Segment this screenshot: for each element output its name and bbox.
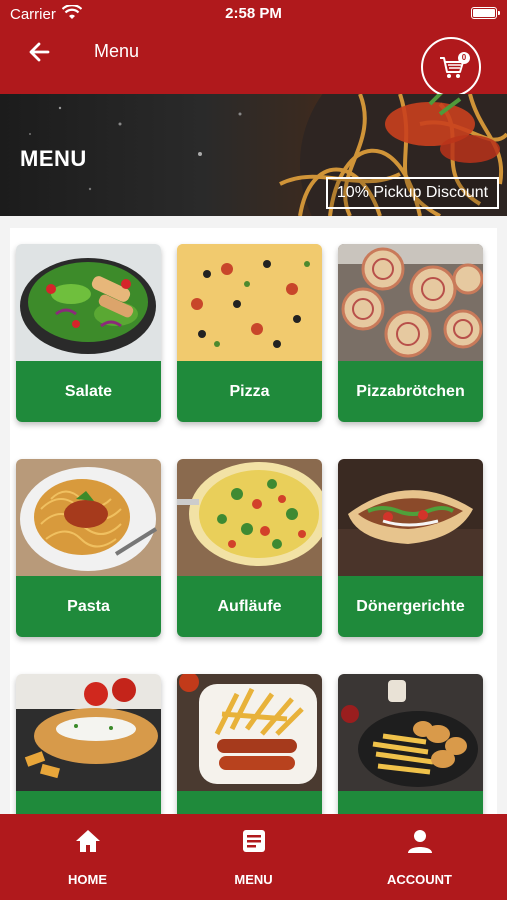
category-card-nuggets[interactable] xyxy=(338,674,483,814)
app-header: Carrier 2:58 PM Menu 0 xyxy=(0,0,507,97)
category-label: Pizzabrötchen xyxy=(356,383,465,400)
category-card-pasta[interactable]: Pasta xyxy=(16,459,161,637)
nuggets-fries-image xyxy=(338,674,483,791)
nav-account-label: ACCOUNT xyxy=(387,872,452,887)
category-label: Dönergerichte xyxy=(356,598,465,615)
nav-home-label: HOME xyxy=(68,872,107,887)
pizza-rolls-image xyxy=(338,244,483,361)
category-label: Salate xyxy=(64,383,113,400)
status-bar: Carrier 2:58 PM xyxy=(0,0,507,28)
category-card-doenergerichte[interactable]: Dönergerichte xyxy=(338,459,483,637)
category-scroll-area[interactable]: Salate Pizza Pizzabrötchen Pasta Aufläuf… xyxy=(0,216,507,814)
pickup-discount-badge: 10% Pickup Discount xyxy=(326,177,499,209)
bottom-navigation: HOME MENU ACCOUNT xyxy=(0,814,507,900)
category-label: Aufläufe xyxy=(217,598,282,615)
pasta-image xyxy=(16,459,161,576)
home-icon xyxy=(76,830,100,852)
nav-account[interactable]: ACCOUNT xyxy=(335,814,504,900)
category-label xyxy=(177,791,322,814)
battery-icon xyxy=(471,7,500,19)
schnitzel-image xyxy=(16,674,161,791)
category-label: Pasta xyxy=(67,598,110,615)
cart-button[interactable]: 0 xyxy=(421,37,481,97)
sausage-fries-image xyxy=(177,674,322,791)
account-icon xyxy=(408,830,432,853)
category-card-auflaeufe[interactable]: Aufläufe xyxy=(177,459,322,637)
cart-count-badge: 0 xyxy=(458,52,470,64)
category-card-schnitzel[interactable] xyxy=(16,674,161,814)
pizza-image xyxy=(177,244,322,361)
category-card-pizza[interactable]: Pizza xyxy=(177,244,322,422)
salad-image xyxy=(16,244,161,361)
banner-title: MENU xyxy=(20,146,87,171)
casserole-image xyxy=(177,459,322,576)
arrow-left-icon xyxy=(29,42,50,62)
back-button[interactable] xyxy=(26,38,54,66)
category-label xyxy=(338,791,483,814)
nav-menu[interactable]: MENU xyxy=(169,814,338,900)
category-label xyxy=(16,791,161,814)
page-title: Menu xyxy=(94,41,140,61)
status-time: 2:58 PM xyxy=(225,5,282,22)
nav-menu-label: MENU xyxy=(234,872,273,887)
category-grid: Salate Pizza Pizzabrötchen Pasta Aufläuf… xyxy=(10,228,497,814)
menu-banner: MENU 10% Pickup Discount xyxy=(0,94,507,216)
category-card-pizzabroetchen[interactable]: Pizzabrötchen xyxy=(338,244,483,422)
nav-home[interactable]: HOME xyxy=(3,814,172,900)
category-label: Pizza xyxy=(229,383,270,400)
category-card-salate[interactable]: Salate xyxy=(16,244,161,422)
category-card-currywurst[interactable] xyxy=(177,674,322,814)
doner-image xyxy=(338,459,483,576)
menu-document-icon xyxy=(243,830,265,852)
